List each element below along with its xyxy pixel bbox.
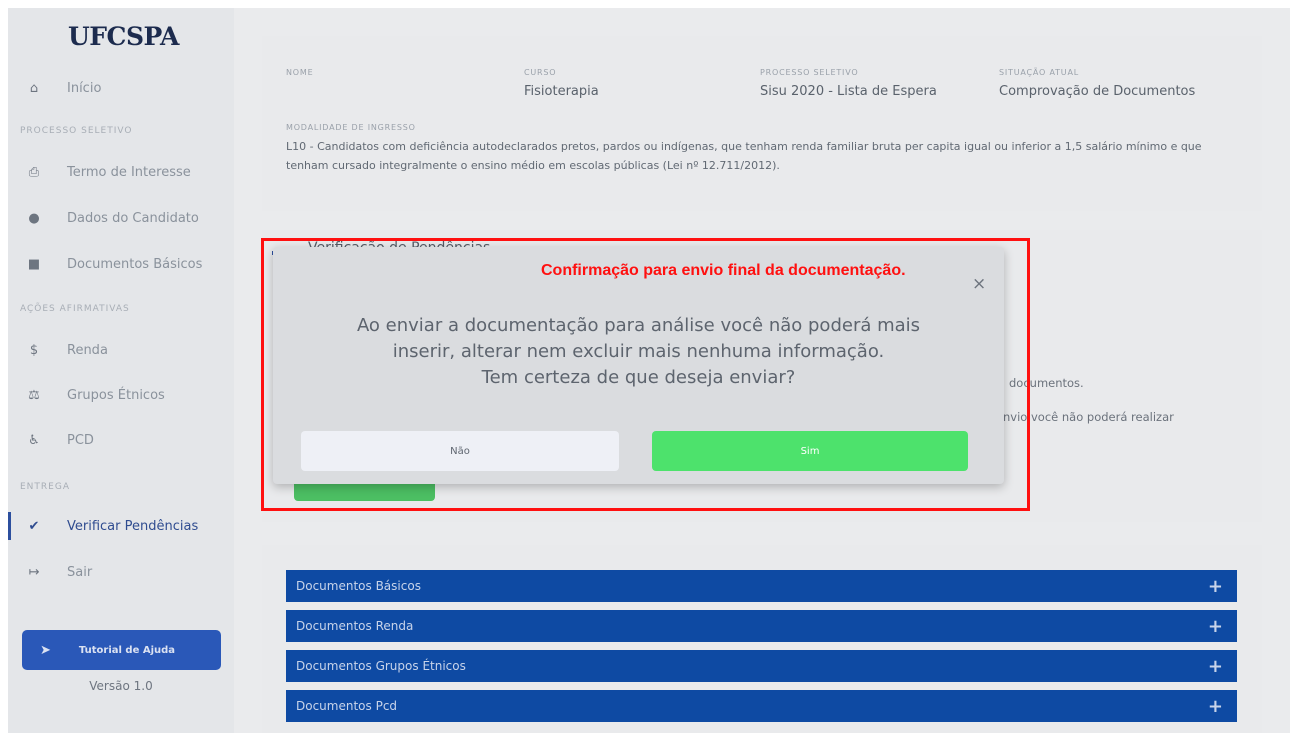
help-tutorial-label: Tutorial de Ajuda (78, 644, 176, 656)
sidebar-item-label: Verificar Pendências (67, 518, 199, 534)
sidebar-item-documentos-basicos[interactable]: ■ Documentos Básicos (8, 252, 234, 276)
sidebar-item-label: PCD (67, 432, 94, 448)
logo: UFCSPA (68, 22, 179, 51)
plus-icon: + (1207, 575, 1223, 597)
section-entrega: ENTREGA (20, 482, 70, 492)
modalidade-label: MODALIDADE DE INGRESSO (286, 123, 416, 132)
accordion-label: Documentos Grupos Étnicos (296, 659, 466, 673)
section-acoes-afirmativas: AÇÕES AFIRMATIVAS (20, 304, 130, 314)
sidebar-item-grupos-etnicos[interactable]: ⚖ Grupos Étnicos (8, 383, 234, 407)
sidebar-item-label: Renda (67, 342, 108, 358)
curso-value: Fisioterapia (524, 84, 599, 99)
wheelchair-icon: ♿ (28, 432, 40, 448)
accordion-documentos-pcd[interactable]: Documentos Pcd + (286, 690, 1237, 722)
documents-card: Documentos Básicos + Documentos Renda + … (262, 545, 1262, 733)
sidebar-item-verificar-pendencias[interactable]: ✔ Verificar Pendências (8, 512, 234, 540)
sidebar-item-label: Termo de Interesse (67, 164, 191, 180)
home-icon: ⌂ (29, 80, 39, 96)
sidebar-item-label: Documentos Básicos (67, 256, 203, 272)
accordion-documentos-grupos-etnicos[interactable]: Documentos Grupos Étnicos + (286, 650, 1237, 682)
sidebar-item-sair[interactable]: ↦ Sair (8, 560, 234, 584)
plus-icon: + (1207, 615, 1223, 637)
processo-seletivo-value: Sisu 2020 - Lista de Espera (760, 84, 937, 99)
help-tutorial-button[interactable]: ➤ Tutorial de Ajuda (22, 630, 221, 670)
user-icon: ● (28, 210, 40, 226)
modalidade-line-1: L10 - Candidatos com deficiência autodec… (286, 140, 1202, 153)
curso-label: CURSO (524, 68, 557, 77)
accordion-documentos-renda[interactable]: Documentos Renda + (286, 610, 1237, 642)
nome-label: NOME (286, 68, 314, 77)
sidebar-item-inicio[interactable]: ⌂ Início (8, 76, 234, 100)
sidebar-item-renda[interactable]: $ Renda (8, 338, 234, 362)
accordion-label: Documentos Básicos (296, 579, 421, 593)
candidate-info-card: NOME CURSO Fisioterapia PROCESSO SELETIV… (262, 36, 1262, 211)
version-text: Versão 1.0 (89, 679, 153, 693)
situacao-atual-label: SITUAÇÃO ATUAL (999, 68, 1079, 77)
accordion-documentos-basicos[interactable]: Documentos Básicos + (286, 570, 1237, 602)
modalidade-line-2: tenham cursado integralmente o ensino mé… (286, 159, 780, 172)
processo-seletivo-label: PROCESSO SELETIVO (760, 68, 859, 77)
situacao-atual-value: Comprovação de Documentos (999, 84, 1196, 99)
rocket-icon: ➤ (40, 642, 51, 658)
sidebar-item-pcd[interactable]: ♿ PCD (8, 428, 234, 452)
accordion-label: Documentos Pcd (296, 699, 398, 713)
sidebar-item-label: Início (67, 80, 102, 96)
accordion-label: Documentos Renda (296, 619, 414, 633)
sidebar-item-label: Dados do Candidato (67, 210, 199, 226)
plus-icon: + (1207, 695, 1223, 717)
sidebar-item-termo-de-interesse[interactable]: ⎙ Termo de Interesse (8, 160, 234, 184)
document-icon: ■ (27, 256, 41, 272)
sign-out-icon: ↦ (28, 564, 40, 580)
printer-icon: ⎙ (28, 164, 40, 180)
balance-icon: ⚖ (28, 387, 40, 403)
section-processo-seletivo: PROCESSO SELETIVO (20, 126, 133, 136)
sidebar-item-label: Grupos Étnicos (67, 387, 165, 403)
sidebar: UFCSPA ⌂ Início PROCESSO SELETIVO ⎙ Term… (8, 8, 234, 733)
annotation-caption: Confirmação para envio final da document… (541, 262, 906, 279)
sidebar-item-dados-do-candidato[interactable]: ● Dados do Candidato (8, 206, 234, 230)
dollar-icon: $ (29, 342, 39, 358)
plus-icon: + (1207, 655, 1223, 677)
sidebar-item-label: Sair (67, 564, 93, 580)
check-icon: ✔ (28, 518, 40, 534)
